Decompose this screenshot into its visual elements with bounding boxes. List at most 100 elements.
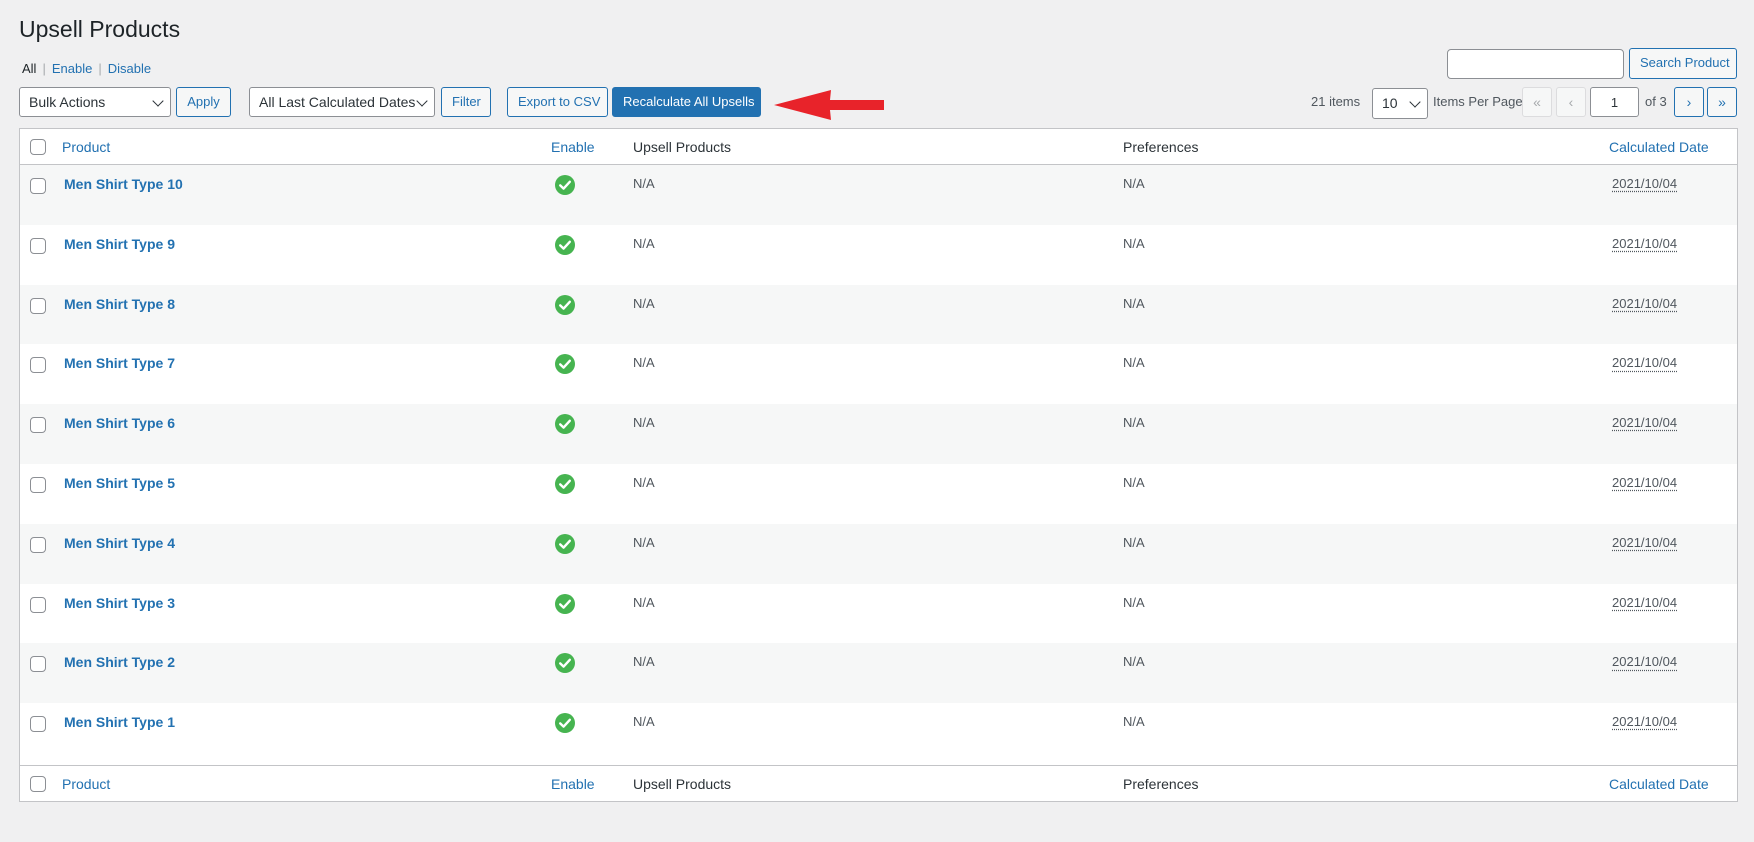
filter-enable-link[interactable]: Enable <box>52 61 92 76</box>
product-name-link[interactable]: Men Shirt Type 5 <box>64 475 175 491</box>
row-checkbox[interactable] <box>30 178 46 194</box>
row-checkbox[interactable] <box>30 536 46 553</box>
product-name-link[interactable]: Men Shirt Type 6 <box>64 415 175 431</box>
preferences-value: N/A <box>1123 295 1145 311</box>
upsell-products-value: N/A <box>633 474 655 490</box>
row-checkbox[interactable] <box>30 476 46 493</box>
check-circle-icon <box>555 234 575 255</box>
product-name-link[interactable]: Men Shirt Type 8 <box>64 296 175 312</box>
column-upsell-products: Upsell Products <box>633 139 732 155</box>
preferences-value: N/A <box>1123 415 1145 431</box>
product-name-link[interactable]: Men Shirt Type 4 <box>64 535 175 551</box>
preferences-value: N/A <box>1123 714 1145 730</box>
check-circle-icon <box>555 354 575 375</box>
preferences-value: N/A <box>1123 235 1145 251</box>
product-name-link[interactable]: Men Shirt Type 1 <box>64 714 175 730</box>
product-name-link[interactable]: Men Shirt Type 2 <box>64 654 175 670</box>
column-calculated-date-sort[interactable]: Calculated Date <box>1609 776 1709 792</box>
total-pages-label: of 3 <box>1645 94 1667 109</box>
row-checkbox[interactable] <box>30 656 46 673</box>
bulk-actions-value: Bulk Actions <box>29 94 106 110</box>
column-calculated-date-sort[interactable]: Calculated Date <box>1609 139 1709 155</box>
table-body: Men Shirt Type 10 N/A N/A 2021/10/04 Men Shi… <box>20 165 1737 763</box>
column-upsell-products: Upsell Products <box>633 776 732 792</box>
check-circle-icon <box>555 294 575 315</box>
table-row: Men Shirt Type 6 N/A N/A 2021/10/04 <box>20 404 1737 464</box>
column-product-sort[interactable]: Product <box>62 776 110 792</box>
row-checkbox[interactable] <box>30 297 46 314</box>
table-row: Men Shirt Type 9 N/A N/A 2021/10/04 <box>20 225 1737 285</box>
upsell-products-value: N/A <box>633 714 655 730</box>
preferences-value: N/A <box>1123 534 1145 550</box>
column-enable-sort[interactable]: Enable <box>551 139 595 155</box>
bulk-actions-select[interactable]: Bulk Actions <box>19 87 171 117</box>
upsell-products-value: N/A <box>633 355 655 371</box>
calculated-date-value: 2021/10/04 <box>1612 714 1678 730</box>
first-page-button[interactable]: « <box>1522 87 1552 117</box>
preferences-value: N/A <box>1123 474 1145 490</box>
filter-disable-link[interactable]: Disable <box>108 61 151 76</box>
row-checkbox[interactable] <box>30 357 46 374</box>
page-title: Upsell Products <box>19 16 181 42</box>
prev-page-button[interactable]: ‹ <box>1556 87 1586 117</box>
product-name-link[interactable]: Men Shirt Type 10 <box>64 176 183 192</box>
table-row: Men Shirt Type 4 N/A N/A 2021/10/04 <box>20 523 1737 584</box>
table-row: Men Shirt Type 10 N/A N/A 2021/10/04 <box>20 165 1737 225</box>
date-filter-select[interactable]: All Last Calculated Dates <box>249 87 435 117</box>
table-row: Men Shirt Type 7 N/A N/A 2021/10/04 <box>20 344 1737 404</box>
check-circle-icon <box>555 593 575 614</box>
preferences-value: N/A <box>1123 654 1145 670</box>
red-arrow-icon <box>774 90 884 120</box>
select-all-checkbox[interactable] <box>30 139 46 155</box>
product-name-link[interactable]: Men Shirt Type 9 <box>64 236 175 252</box>
items-per-page-value: 10 <box>1382 95 1398 111</box>
product-name-link[interactable]: Men Shirt Type 7 <box>64 355 175 371</box>
product-name-link[interactable]: Men Shirt Type 3 <box>64 595 175 611</box>
preferences-value: N/A <box>1123 594 1145 610</box>
check-circle-icon <box>555 533 575 554</box>
next-page-button[interactable]: › <box>1674 87 1704 117</box>
row-checkbox[interactable] <box>30 237 46 254</box>
chevron-down-icon <box>1409 96 1421 108</box>
check-circle-icon <box>555 414 575 435</box>
check-circle-icon <box>555 175 575 195</box>
separator: | <box>42 61 46 76</box>
separator: | <box>98 61 102 76</box>
upsell-products-value: N/A <box>633 534 655 550</box>
last-page-button[interactable]: » <box>1707 87 1737 117</box>
preferences-value: N/A <box>1123 176 1145 191</box>
export-csv-button[interactable]: Export to CSV <box>507 87 608 117</box>
upsell-products-value: N/A <box>633 594 655 610</box>
search-product-button[interactable]: Search Product <box>1629 48 1737 79</box>
upsell-products-value: N/A <box>633 176 655 191</box>
column-preferences: Preferences <box>1123 776 1199 792</box>
check-circle-icon <box>555 713 575 734</box>
filter-all-link[interactable]: All <box>22 61 36 76</box>
recalculate-all-upsells-button[interactable]: Recalculate All Upsells <box>612 87 761 117</box>
row-checkbox[interactable] <box>30 596 46 613</box>
filter-button[interactable]: Filter <box>441 87 491 117</box>
row-checkbox[interactable] <box>30 417 46 434</box>
table-row: Men Shirt Type 2 N/A N/A 2021/10/04 <box>20 643 1737 704</box>
row-checkbox[interactable] <box>30 716 46 733</box>
upsell-products-value: N/A <box>633 654 655 670</box>
column-preferences: Preferences <box>1123 139 1199 155</box>
items-per-page-label: Items Per Page <box>1433 94 1523 109</box>
upsell-products-value: N/A <box>633 235 655 251</box>
items-per-page-select[interactable]: 10 <box>1372 88 1428 119</box>
upsell-products-value: N/A <box>633 415 655 431</box>
apply-button[interactable]: Apply <box>176 87 231 117</box>
select-all-checkbox[interactable] <box>30 776 46 792</box>
column-enable-sort[interactable]: Enable <box>551 776 595 792</box>
column-product-sort[interactable]: Product <box>62 139 110 155</box>
calculated-date-value: 2021/10/04 <box>1612 474 1678 490</box>
calculated-date-value: 2021/10/04 <box>1612 594 1678 610</box>
table-header: Product Enable Upsell Products Preferenc… <box>20 129 1737 165</box>
date-filter-value: All Last Calculated Dates <box>259 94 416 110</box>
calculated-date-value: 2021/10/04 <box>1612 654 1678 670</box>
current-page-input[interactable] <box>1590 87 1639 117</box>
search-input[interactable] <box>1447 49 1624 79</box>
table-row: Men Shirt Type 1 N/A N/A 2021/10/04 <box>20 703 1737 763</box>
preferences-value: N/A <box>1123 355 1145 371</box>
calculated-date-value: 2021/10/04 <box>1612 235 1678 251</box>
